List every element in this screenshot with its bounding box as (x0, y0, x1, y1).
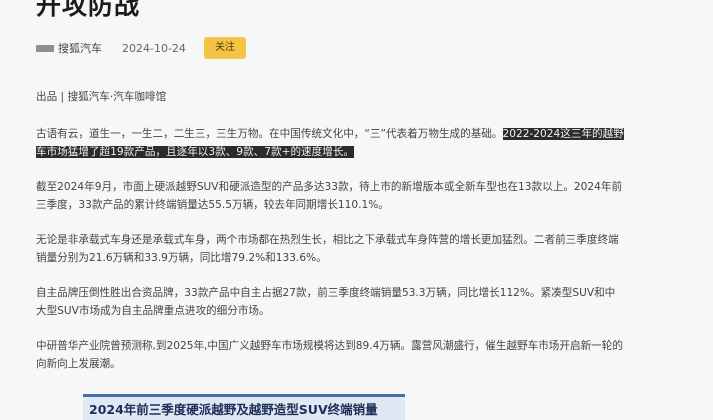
author-name[interactable]: 搜狐汽车 (58, 40, 102, 56)
paragraph-5: 中研普华产业院曾预测称,到2025年,中国广义越野车市场规模将达到89.4万辆。… (36, 339, 623, 371)
figure-title: 2024年前三季度硬派越野及越野造型SUV终端销量 (89, 402, 378, 417)
figure-top-bar (83, 394, 405, 397)
paragraph-2: 截至2024年9月，市面上硬派越野SUV和硬派造型的产品多达33款，待上市的新增… (36, 180, 623, 212)
publish-date: 2024-10-24 (122, 41, 186, 55)
article-body: 出品 | 搜狐汽车·汽车咖啡馆 古语有云，道生一，一生二，二生三，三生万物。在中… (36, 88, 624, 390)
source-line: 出品 | 搜狐汽车·汽车咖啡馆 (36, 91, 167, 103)
follow-button[interactable]: 关注 (203, 37, 246, 59)
paragraph-3: 无论是非承载式车身还是承载式车身，两个市场都在热烈生长，相比之下承载式车身阵营的… (36, 233, 619, 265)
author-logo-icon[interactable] (36, 44, 54, 52)
article-page: 开攻防战 搜狐汽车 2024-10-24 关注 出品 | 搜狐汽车·汽车咖啡馆 … (0, 0, 713, 420)
article-title: 开攻防战 (36, 0, 141, 20)
article-meta: 搜狐汽车 2024-10-24 关注 (36, 37, 246, 59)
article-figure[interactable]: 2024年前三季度硬派越野及越野造型SUV终端销量 (83, 394, 405, 420)
paragraph-4: 自主品牌压倒性胜出合资品牌，33款产品中自主占据27款，前三季度终端销量53.3… (36, 286, 616, 318)
paragraph-1: 古语有云，道生一，一生二，二生三，三生万物。在中国传统文化中，“三”代表着万物生… (36, 125, 624, 162)
paragraph-1-text: 古语有云，道生一，一生二，二生三，三生万物。在中国传统文化中，“三”代表着万物生… (36, 127, 503, 140)
